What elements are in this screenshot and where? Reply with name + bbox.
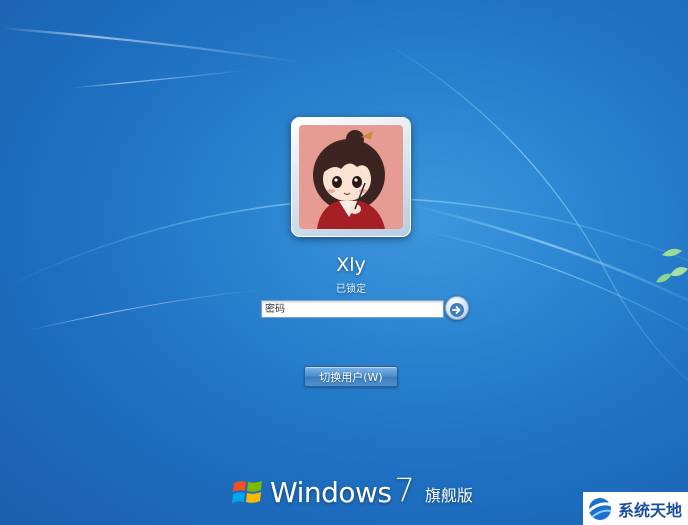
arrow-right-icon — [450, 302, 464, 317]
submit-password-button[interactable] — [445, 296, 469, 320]
site-watermark: 系统天地 — [583, 492, 688, 525]
windows-branding: Windows 7 旗舰版 — [232, 471, 473, 510]
username-label: Xly — [336, 254, 366, 276]
user-avatar[interactable] — [291, 117, 411, 237]
windows-flag-icon — [232, 481, 262, 503]
avatar-picture — [299, 125, 403, 229]
watermark-text: 系统天地 — [618, 500, 683, 520]
brand-edition-label: 旗舰版 — [424, 486, 473, 505]
lock-status-label: 已锁定 — [336, 284, 366, 295]
password-input[interactable] — [261, 300, 444, 318]
brand-version-number: 7 — [394, 471, 415, 509]
brand-product-name: Windows — [270, 475, 392, 509]
switch-user-button[interactable]: 切换用户(W) — [304, 366, 398, 387]
xitongtiandi-logo-icon — [587, 497, 613, 520]
